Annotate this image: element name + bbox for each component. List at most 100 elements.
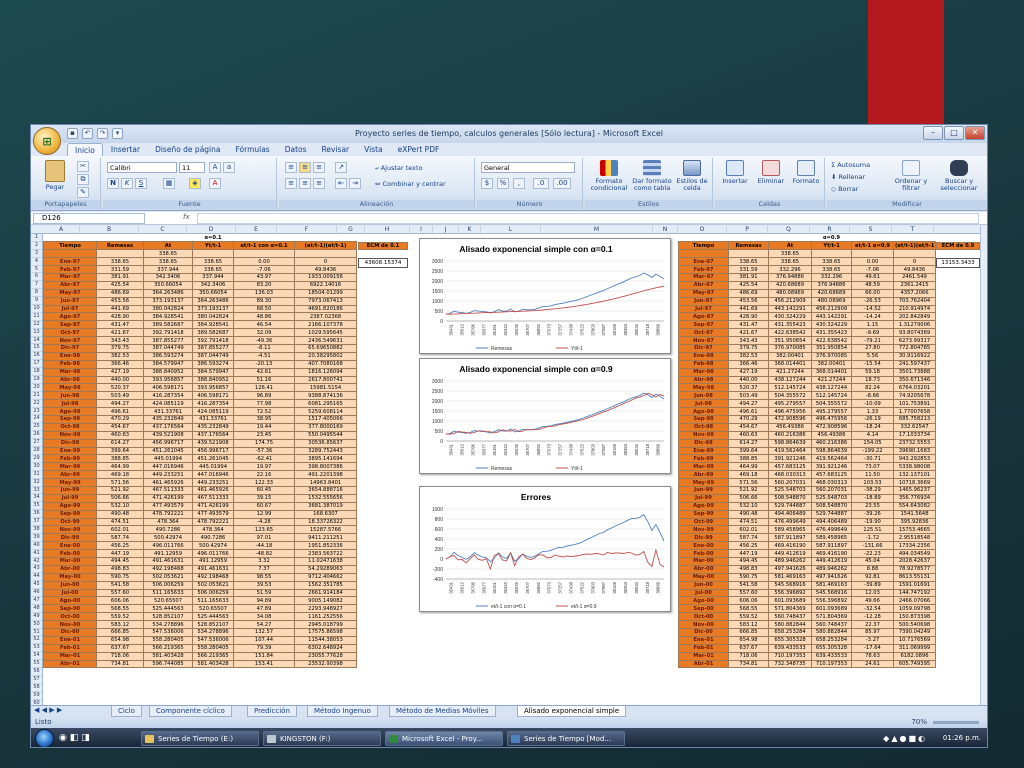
period-cell[interactable]: Jun-98 (43, 391, 97, 401)
period-cell[interactable]: Abr-01 (678, 659, 729, 669)
period-cell[interactable]: Ago-00 (678, 596, 729, 606)
table-cell[interactable]: 22.16 (233, 470, 295, 480)
table-cell[interactable]: 685.758213 (893, 414, 936, 424)
table-cell[interactable]: 428.90 (728, 312, 769, 322)
quick-launch-icons[interactable]: ◉ ◧ ◨ (59, 733, 90, 743)
row-number[interactable]: 53 (31, 644, 42, 653)
table-cell[interactable]: 590.75 (728, 572, 769, 582)
table-cell[interactable]: 2387.02368 (294, 312, 357, 322)
table-cell[interactable]: 1532.555656 (294, 493, 357, 503)
table-cell[interactable]: 571.56 (96, 478, 144, 487)
table-cell[interactable]: 49.8436 (893, 265, 936, 274)
table-cell[interactable]: 54.27 (233, 620, 295, 630)
table-cell[interactable]: 460.216386 (811, 438, 852, 448)
table-cell[interactable]: 541.58 (96, 580, 144, 590)
table-cell[interactable]: 508.548870 (768, 493, 812, 503)
table-cell[interactable]: 614.27 (728, 438, 769, 448)
table-cell[interactable] (811, 249, 852, 259)
table-cell[interactable]: 492.198468 (143, 564, 193, 574)
row-number[interactable]: 31 (31, 471, 42, 479)
table-cell[interactable]: 74.9205678 (893, 391, 936, 401)
table-cell[interactable]: 469.18 (96, 470, 144, 480)
table-cell[interactable]: 18.73 (851, 375, 894, 385)
period-cell[interactable]: Abr-99 (43, 470, 97, 480)
table-cell[interactable]: 589.458965 (768, 525, 812, 535)
column-header[interactable]: S (850, 226, 892, 234)
table-cell[interactable]: -1.72 (851, 533, 894, 543)
period-cell[interactable]: Jul-97 (678, 304, 729, 314)
tab-vista[interactable]: Vista (357, 143, 390, 157)
table-cell[interactable]: 392.791418 (192, 336, 234, 345)
format-cells-button[interactable]: Formato (789, 160, 823, 185)
table-cell[interactable]: 1517.405066 (294, 414, 357, 424)
period-cell[interactable]: Jul-98 (43, 399, 97, 409)
period-cell[interactable]: Ene-00 (43, 541, 97, 551)
table-cell[interactable]: 1591.01691 (893, 580, 936, 590)
table-cell[interactable]: 11.02471638 (294, 557, 357, 566)
column-header[interactable]: F (277, 226, 337, 234)
conditional-format-button[interactable]: Formato condicional (587, 160, 631, 192)
table-cell[interactable]: 506.006259 (143, 580, 193, 590)
row-number[interactable]: 17 (31, 360, 42, 369)
align-right-icon[interactable]: ≡ (313, 178, 325, 189)
close-button[interactable]: ✕ (965, 126, 985, 140)
period-cell[interactable]: May-99 (43, 478, 97, 487)
period-cell[interactable]: Nov-97 (43, 336, 97, 345)
table-cell[interactable]: 60.45 (233, 486, 295, 495)
table-cell[interactable]: 658.253284 (768, 628, 812, 637)
table-cell[interactable]: 532.10 (728, 501, 769, 511)
table-cell[interactable]: 331.59 (728, 265, 769, 274)
table-cell[interactable]: 382.00401 (811, 359, 852, 369)
column-header[interactable]: T (892, 226, 934, 234)
table-cell[interactable]: 15753.4665 (893, 525, 936, 535)
table-cell[interactable]: 477.493579 (143, 501, 193, 511)
table-cell[interactable]: 2361.2415 (893, 280, 936, 290)
table-cell[interactable]: 589.458965 (811, 533, 852, 543)
period-cell[interactable]: Jul-98 (678, 399, 729, 409)
table-cell[interactable]: 425.54 (96, 280, 144, 290)
table-cell[interactable]: 420.68689 (811, 288, 852, 298)
table-cell[interactable]: 9005.149082 (294, 596, 357, 606)
name-box[interactable]: D126 (33, 213, 145, 224)
table-cell[interactable]: -131.66 (851, 541, 894, 551)
table-cell[interactable]: 439.521908 (192, 438, 234, 448)
comma-icon[interactable]: , (513, 178, 525, 189)
sheet-tab[interactable]: Método de Medias Móviles (389, 706, 496, 717)
column-header[interactable]: E (236, 226, 277, 234)
period-cell[interactable]: Feb-99 (678, 454, 729, 464)
table-cell[interactable]: 388.85 (96, 454, 144, 464)
table-cell[interactable]: 24.61 (851, 659, 894, 669)
table-cell[interactable] (728, 249, 769, 259)
period-cell[interactable]: Ago-97 (678, 312, 729, 322)
period-cell[interactable]: Feb-97 (43, 265, 97, 274)
row-number[interactable]: 32 (31, 479, 42, 487)
period-cell[interactable]: Jun-99 (678, 486, 729, 495)
period-cell[interactable]: Dic-98 (43, 438, 97, 448)
insert-cells-button[interactable]: Insertar (717, 160, 753, 185)
table-cell[interactable]: 168.6307 (294, 509, 357, 519)
table-cell[interactable]: 512.145724 (768, 383, 812, 393)
table-cell[interactable]: 583.12 (728, 620, 769, 630)
table-cell[interactable]: 1.33 (851, 407, 894, 416)
align-center-icon[interactable]: ≡ (299, 178, 311, 189)
tab-formulas[interactable]: Fórmulas (228, 143, 276, 157)
table-cell[interactable]: 380.042824 (192, 312, 234, 322)
table-cell[interactable]: 376.970085 (768, 343, 812, 353)
table-cell[interactable]: 454.67 (96, 422, 144, 432)
table-cell[interactable]: 79.39 (233, 643, 295, 653)
column-header-cell[interactable]: At (143, 241, 193, 251)
table-cell[interactable]: 42.61 (233, 367, 295, 377)
period-cell[interactable]: Dic-98 (678, 438, 729, 448)
table-cell[interactable]: 46.54 (233, 320, 295, 330)
paste-button[interactable]: Pegar (39, 160, 71, 191)
table-cell[interactable]: 387.855277 (192, 343, 234, 353)
table-cell[interactable]: 456.49386 (811, 430, 852, 440)
table-cell[interactable]: 78.63 (851, 651, 894, 661)
table-cell[interactable]: -39.89 (851, 580, 894, 590)
table-cell[interactable]: 338.65 (143, 249, 193, 259)
table-cell[interactable]: 541.58 (728, 580, 769, 590)
table-cell[interactable]: 440.00 (728, 375, 769, 385)
table-cell[interactable]: 456.212909 (811, 304, 852, 314)
column-header-cell[interactable]: et/t-1 con α=0.1 (233, 241, 295, 251)
merge-center-button[interactable]: ⇔ Combinar y centrar (375, 180, 446, 188)
